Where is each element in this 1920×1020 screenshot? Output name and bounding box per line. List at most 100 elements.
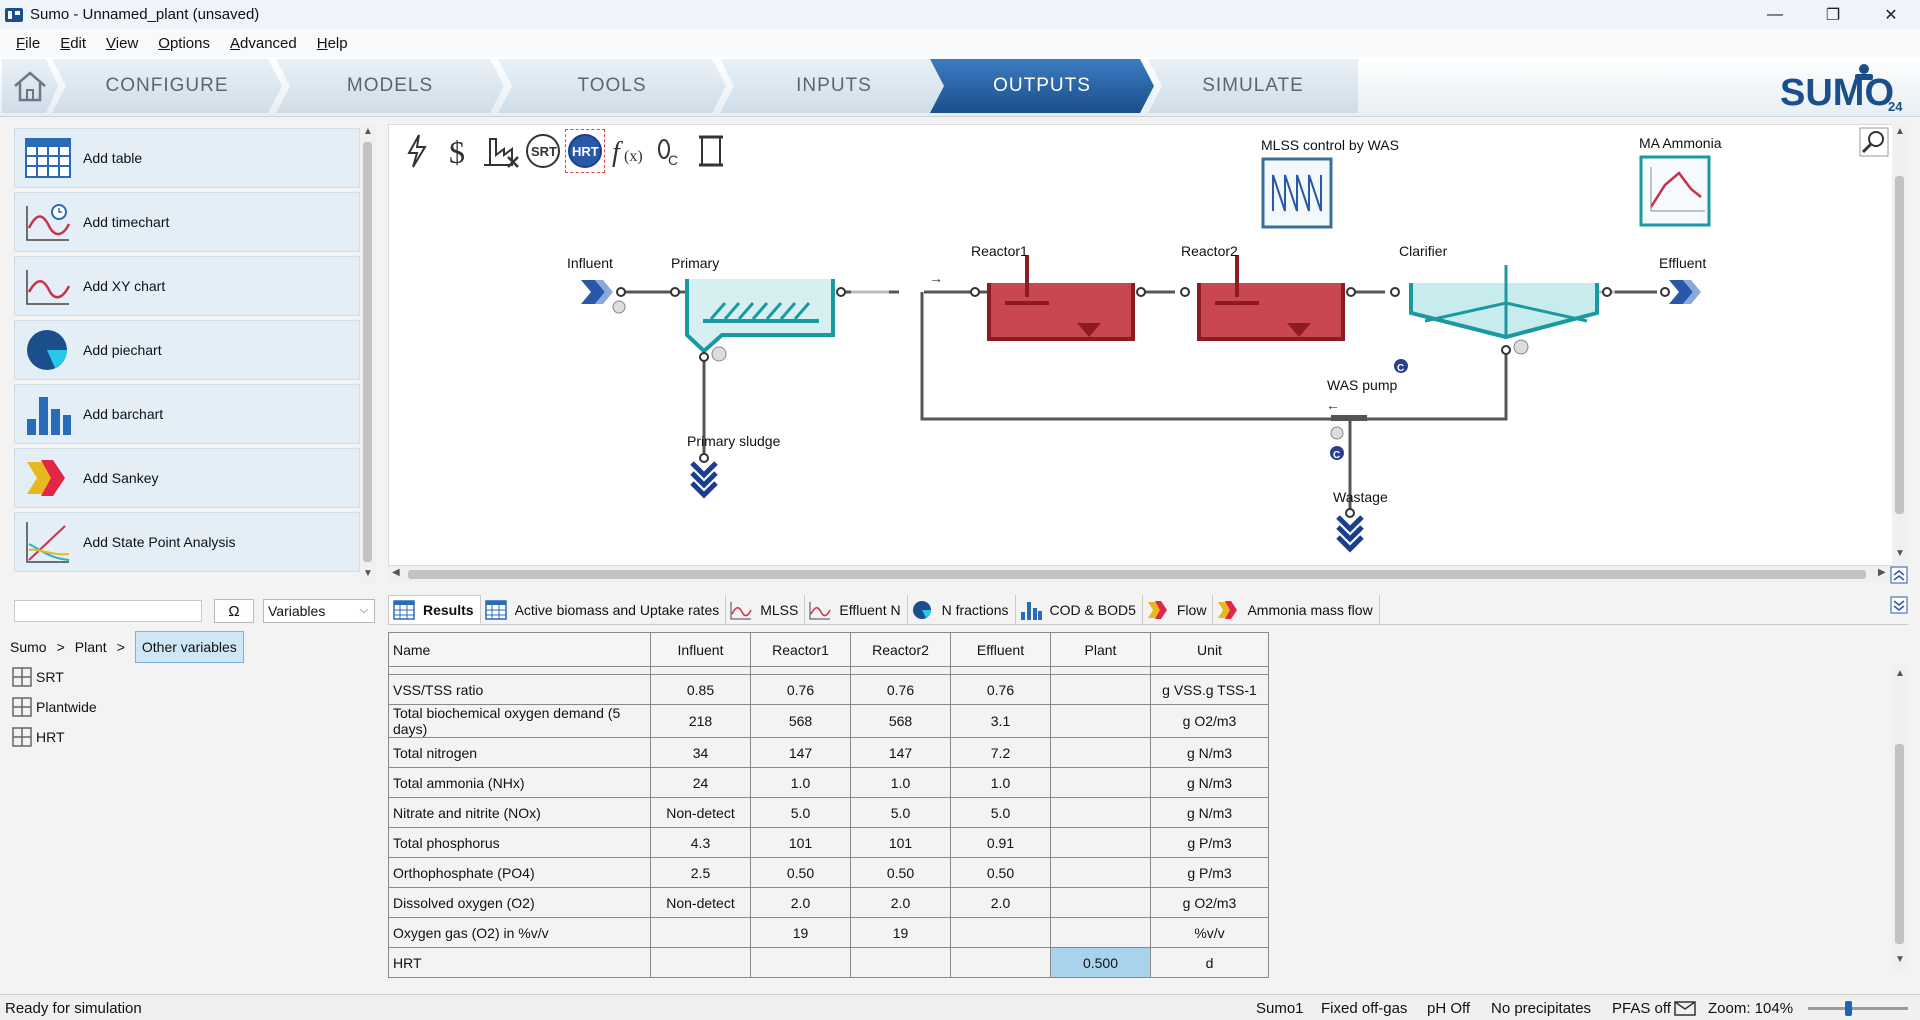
table-cell[interactable]: 2.5 <box>650 857 751 888</box>
close-button[interactable]: ✕ <box>1862 0 1920 29</box>
menu-options[interactable]: Options <box>148 35 220 52</box>
table-cell[interactable]: Orthophosphate (PO4) <box>388 857 651 888</box>
footprint-icon[interactable]: C <box>649 129 689 173</box>
table-row[interactable]: Total biochemical oxygen demand (5 days)… <box>388 704 1269 738</box>
table-cell[interactable]: Total nitrogen <box>388 737 651 768</box>
breadcrumb-plant[interactable]: Plant <box>75 639 107 655</box>
menu-view[interactable]: View <box>96 35 148 52</box>
primary-clarifier-icon[interactable] <box>670 279 846 362</box>
tab-inputs[interactable]: INPUTS <box>720 59 948 113</box>
results-vertical-scrollbar[interactable]: ▲ ▼ <box>1892 664 1908 972</box>
table-cell[interactable]: VSS/TSS ratio <box>388 674 651 705</box>
table-cell[interactable]: 2.0 <box>950 887 1051 918</box>
table-cell[interactable]: HRT <box>388 947 651 978</box>
table-cell[interactable] <box>1050 674 1151 705</box>
was-pump-icon[interactable]: ← C C <box>1326 359 1408 461</box>
table-row[interactable]: Total phosphorus 4.3 101 101 0.91 g P/m3 <box>388 827 1269 858</box>
table-cell[interactable]: 147 <box>750 737 851 768</box>
table-cell[interactable]: %v/v <box>1150 917 1269 948</box>
column-header-reactor1[interactable]: Reactor1 <box>750 632 851 667</box>
table-cell[interactable] <box>1050 917 1151 948</box>
table-cell[interactable]: Total phosphorus <box>388 827 651 858</box>
scroll-icon[interactable] <box>691 129 731 173</box>
wastage-outlet-icon[interactable] <box>1336 508 1364 553</box>
table-cell[interactable] <box>1050 857 1151 888</box>
function-icon[interactable]: f (x) <box>607 129 647 173</box>
table-cell[interactable]: Nitrate and nitrite (NOx) <box>388 797 651 828</box>
column-header-influent[interactable]: Influent <box>650 632 751 667</box>
table-cell[interactable]: 5.0 <box>950 797 1051 828</box>
offgas-icon[interactable] <box>481 129 521 173</box>
variable-type-select[interactable]: Variables ⌵ <box>263 599 375 623</box>
table-cell[interactable]: g N/m3 <box>1150 767 1269 798</box>
table-cell[interactable]: 4.3 <box>650 827 751 858</box>
minimize-button[interactable]: — <box>1746 0 1804 29</box>
table-cell[interactable]: 0.76 <box>750 674 851 705</box>
column-header-reactor2[interactable]: Reactor2 <box>850 632 951 667</box>
table-cell[interactable]: 218 <box>650 704 751 738</box>
table-cell[interactable]: 101 <box>750 827 851 858</box>
table-cell[interactable] <box>1050 887 1151 918</box>
variable-item-hrt[interactable]: HRT <box>12 726 65 748</box>
column-header-plant[interactable]: Plant <box>1050 632 1151 667</box>
table-row[interactable]: VSS/TSS ratio 0.85 0.76 0.76 0.76 g VSS.g TSS… <box>388 674 1269 705</box>
table-cell[interactable]: g P/m3 <box>1150 857 1269 888</box>
table-cell[interactable]: d <box>1150 947 1269 978</box>
collapse-up-icon[interactable] <box>1890 566 1908 584</box>
table-cell[interactable]: 5.0 <box>750 797 851 828</box>
table-cell[interactable]: 0.76 <box>850 674 951 705</box>
variable-item-plantwide[interactable]: Plantwide <box>12 696 97 718</box>
maximize-button[interactable]: ❐ <box>1804 0 1862 29</box>
table-cell[interactable]: 24 <box>650 767 751 798</box>
scroll-thumb[interactable] <box>363 142 372 562</box>
table-cell[interactable]: 19 <box>850 917 951 948</box>
effluent-icon[interactable] <box>1660 280 1701 304</box>
srt-button[interactable]: SRT <box>523 129 563 173</box>
table-cell[interactable]: 2.0 <box>750 887 851 918</box>
table-cell[interactable]: 0.500 <box>1050 947 1151 978</box>
table-cell[interactable]: g P/m3 <box>1150 827 1269 858</box>
add-state-point-analysis-button[interactable]: Add State Point Analysis <box>14 512 360 572</box>
status-model[interactable]: Sumo1 <box>1256 1000 1304 1017</box>
table-cell[interactable] <box>950 917 1051 948</box>
primary-sludge-outlet-icon[interactable] <box>690 453 718 499</box>
tab-configure[interactable]: CONFIGURE <box>52 59 282 113</box>
table-cell[interactable]: 3.1 <box>950 704 1051 738</box>
zoom-slider-handle[interactable] <box>1845 1001 1853 1016</box>
diagram-vertical-scrollbar[interactable]: ▲ ▼ <box>1892 124 1908 566</box>
table-cell[interactable]: 0.50 <box>850 857 951 888</box>
table-cell[interactable]: 568 <box>750 704 851 738</box>
tab-models[interactable]: MODELS <box>276 59 504 113</box>
table-cell[interactable]: 34 <box>650 737 751 768</box>
table-cell[interactable]: g VSS.g TSS-1 <box>1150 674 1269 705</box>
influent-icon[interactable] <box>581 280 626 314</box>
add-piechart-button[interactable]: Add piechart <box>14 320 360 380</box>
dollar-icon[interactable]: $ <box>439 129 479 173</box>
table-row[interactable]: Dissolved oxygen (O2) Non-detect 2.0 2.0 2.0… <box>388 887 1269 918</box>
add-barchart-button[interactable]: Add barchart <box>14 384 360 444</box>
table-cell[interactable]: 5.0 <box>850 797 951 828</box>
menu-file[interactable]: File <box>6 35 50 52</box>
menu-edit[interactable]: Edit <box>50 35 96 52</box>
magnifier-icon[interactable] <box>1859 127 1889 157</box>
reactor1-icon[interactable] <box>970 255 1146 341</box>
menu-help[interactable]: Help <box>307 35 358 52</box>
table-cell[interactable] <box>650 947 751 978</box>
status-offgas[interactable]: Fixed off-gas <box>1321 1000 1407 1017</box>
table-cell[interactable]: Oxygen gas (O2) in %v/v <box>388 917 651 948</box>
table-cell[interactable]: Dissolved oxygen (O2) <box>388 887 651 918</box>
table-cell[interactable]: 1.0 <box>950 767 1051 798</box>
tab-mlss[interactable]: MLSS <box>726 595 806 624</box>
scroll-thumb[interactable] <box>408 570 1866 579</box>
table-cell[interactable] <box>650 917 751 948</box>
table-row[interactable]: Oxygen gas (O2) in %v/v 19 19 %v/v <box>388 917 1269 948</box>
envelope-icon[interactable] <box>1674 1001 1696 1016</box>
status-precipitates[interactable]: No precipitates <box>1491 1000 1591 1017</box>
ma-ammonia-chart-icon[interactable] <box>1639 155 1711 227</box>
table-row[interactable]: Total nitrogen 34 147 147 7.2 g N/m3 <box>388 737 1269 768</box>
tab-flow[interactable]: Flow <box>1142 595 1214 624</box>
table-cell[interactable]: 101 <box>850 827 951 858</box>
table-cell[interactable]: Total ammonia (NHx) <box>388 767 651 798</box>
table-cell[interactable]: 147 <box>850 737 951 768</box>
tab-cod-bod5[interactable]: COD & BOD5 <box>1015 595 1143 624</box>
